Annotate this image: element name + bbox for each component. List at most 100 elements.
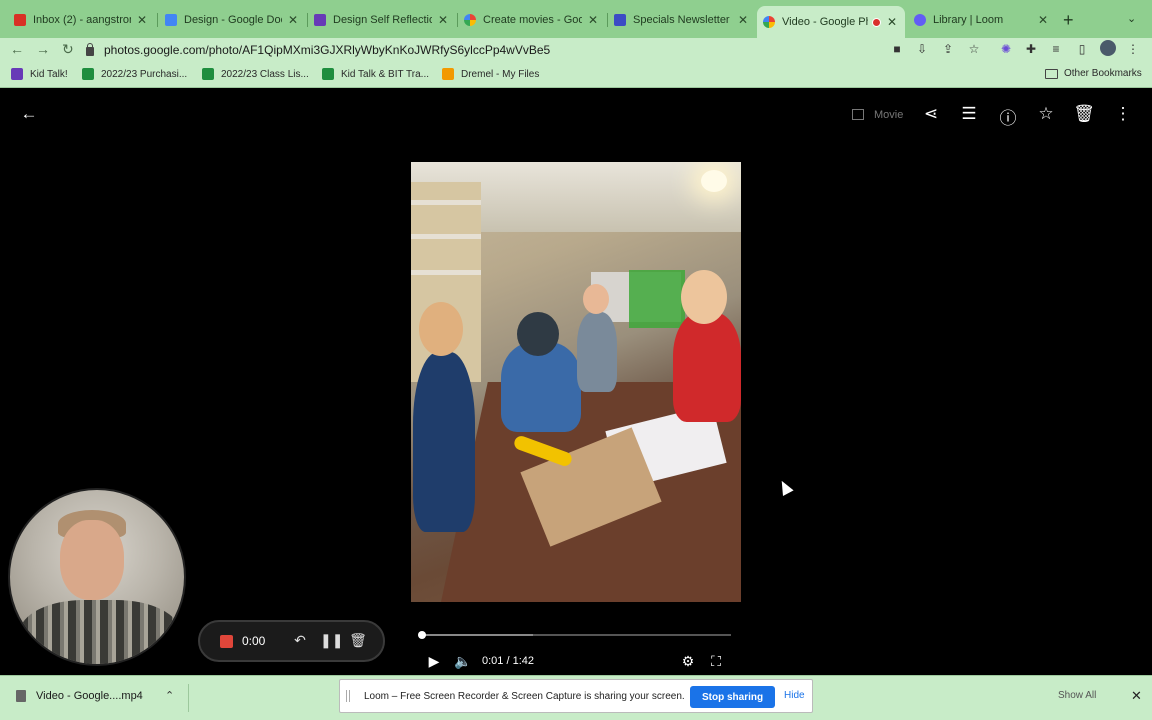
bookmark-dremel[interactable]: Dremel - My Files — [442, 68, 539, 80]
close-icon[interactable]: ✕ — [1036, 13, 1050, 27]
stop-sharing-button[interactable]: Stop sharing — [690, 686, 776, 708]
tab-loom-library[interactable]: Library | Loom ✕ — [908, 8, 1056, 32]
loom-recording-controls: 0:00 ↶ ❚❚ 🗑 — [198, 620, 385, 662]
extension-icon[interactable]: ✺ — [998, 42, 1014, 56]
side-panel-icon[interactable]: ▯ — [1074, 42, 1090, 56]
gmail-icon — [14, 14, 26, 26]
tab-specials-newsletter[interactable]: Specials Newsletter ✕ — [608, 8, 756, 32]
tab-self-reflection[interactable]: Design Self Reflection ✕ — [308, 8, 456, 32]
sheets-icon — [322, 68, 334, 80]
back-icon[interactable]: ← — [10, 41, 24, 57]
photo-light — [701, 170, 727, 192]
bookmark-label: 2022/23 Class Lis... — [221, 68, 309, 80]
hide-button[interactable]: Hide — [784, 690, 805, 701]
play-icon[interactable]: ▶ — [425, 653, 443, 670]
extensions-puzzle-icon[interactable]: ✚ — [1023, 42, 1039, 56]
tab-label: Inbox (2) - aangstrom — [33, 14, 131, 26]
photo-green-stools — [629, 270, 685, 328]
screen-sharing-banner: Loom – Free Screen Recorder & Screen Cap… — [339, 679, 813, 713]
close-icon[interactable]: ✕ — [135, 13, 149, 27]
back-arrow-icon[interactable]: ← — [17, 104, 41, 124]
loom-camera-bubble[interactable] — [8, 488, 186, 666]
docs-icon — [165, 14, 177, 26]
drag-handle-icon[interactable] — [346, 690, 352, 702]
bookmark-class-list[interactable]: 2022/23 Class Lis... — [202, 68, 309, 80]
tab-design-doc[interactable]: Design - Google Docs ✕ — [159, 8, 306, 32]
close-icon[interactable]: ✕ — [286, 13, 300, 27]
reading-list-icon[interactable]: ≡ — [1048, 42, 1064, 56]
photo-shelf — [411, 270, 481, 275]
photo-kid — [577, 312, 617, 392]
settings-gear-icon[interactable]: ⚙ — [679, 653, 697, 670]
tab-label: Specials Newsletter — [633, 14, 730, 26]
profile-avatar[interactable] — [1100, 40, 1116, 56]
close-icon[interactable]: ✕ — [885, 15, 899, 29]
download-filename: Video - Google....mp4 — [36, 690, 143, 702]
camera-in-use-icon[interactable]: ■ — [889, 42, 905, 56]
trash-icon[interactable]: 🗑 — [1072, 104, 1096, 124]
more-options-icon[interactable]: ⋮ — [1111, 104, 1135, 124]
bookmark-star-icon[interactable]: ☆ — [966, 42, 982, 56]
tab-inbox[interactable]: Inbox (2) - aangstrom ✕ — [8, 8, 155, 32]
folder-icon — [1045, 68, 1058, 79]
edit-sliders-icon[interactable]: ☰ — [957, 104, 981, 124]
movie-button[interactable]: Movie — [874, 109, 903, 121]
other-bookmarks[interactable]: Other Bookmarks — [1045, 68, 1142, 79]
show-all-button[interactable]: Show All — [1058, 690, 1096, 701]
browser-toolbar: ← → ↻ photos.google.com/photo/AF1QipMXmi… — [0, 38, 1152, 62]
photo-kid — [673, 312, 741, 422]
chevron-up-icon[interactable]: ⌃ — [165, 689, 174, 702]
scrubber-handle[interactable] — [417, 631, 426, 639]
photos-icon — [464, 14, 476, 26]
photo-kid-head — [517, 312, 559, 356]
video-time: 0:01 / 1:42 — [482, 655, 534, 667]
bookmark-purchasing[interactable]: 2022/23 Purchasi... — [82, 68, 187, 80]
browser-menu-icon[interactable]: ⋮ — [1125, 42, 1141, 56]
video-progress-bar[interactable] — [417, 631, 731, 639]
photo-kid-head — [583, 284, 609, 314]
tab-create-movies[interactable]: Create movies - Goog ✕ — [458, 8, 606, 32]
photo-kid-head — [681, 270, 727, 324]
trash-icon[interactable]: 🗑 — [349, 632, 367, 649]
camera-person-face — [60, 520, 124, 600]
dremel-icon — [442, 68, 454, 80]
reload-icon[interactable]: ↻ — [62, 41, 74, 58]
address-bar[interactable]: photos.google.com/photo/AF1QipMXmi3GJXRl… — [86, 39, 1086, 61]
volume-icon[interactable]: 🔈 — [454, 653, 472, 670]
fullscreen-icon[interactable]: ⛶ — [707, 653, 725, 670]
share-icon[interactable]: ⋖ — [919, 104, 943, 124]
stop-recording-button[interactable] — [220, 635, 233, 648]
info-icon[interactable]: ⓘ — [996, 104, 1020, 129]
bookmark-kid-talk[interactable]: Kid Talk! — [11, 68, 68, 80]
tab-search-chevron-icon[interactable]: ⌄ — [1127, 12, 1136, 25]
favorite-star-icon[interactable]: ☆ — [1034, 104, 1058, 124]
download-item[interactable]: Video - Google....mp4 — [16, 690, 143, 702]
bookmark-label: Kid Talk! — [30, 68, 68, 80]
forward-icon[interactable]: → — [36, 41, 50, 57]
video-frame[interactable] — [411, 162, 741, 602]
pause-icon[interactable]: ❚❚ — [320, 632, 343, 649]
photo-shelf — [411, 200, 481, 205]
new-tab-button[interactable]: + — [1063, 10, 1074, 31]
restart-icon[interactable]: ↶ — [291, 632, 309, 649]
tab-label: Create movies - Goog — [483, 14, 582, 26]
bookmark-kid-talk-bit[interactable]: Kid Talk & BIT Tra... — [322, 68, 429, 80]
bookmark-label: 2022/23 Purchasi... — [101, 68, 188, 80]
loom-icon — [914, 14, 926, 26]
calendar-icon — [614, 14, 626, 26]
lock-icon[interactable] — [86, 42, 94, 56]
close-icon[interactable]: ✕ — [736, 13, 750, 27]
file-icon — [16, 690, 26, 702]
tab-label: Video - Google Ph — [782, 16, 868, 28]
close-icon[interactable]: ✕ — [586, 13, 600, 27]
recording-time: 0:00 — [242, 634, 266, 648]
install-app-icon[interactable]: ⇩ — [914, 42, 930, 56]
close-icon[interactable]: ✕ — [436, 13, 450, 27]
forms-icon — [314, 14, 326, 26]
buffered-bar — [421, 634, 533, 636]
tab-label: Library | Loom — [933, 14, 1004, 26]
bookmark-label: Dremel - My Files — [461, 68, 540, 80]
tab-video-google-photos[interactable]: Video - Google Ph ✕ — [757, 6, 905, 38]
close-icon[interactable]: ✕ — [1131, 688, 1142, 704]
share-icon[interactable]: ⇪ — [940, 42, 956, 56]
